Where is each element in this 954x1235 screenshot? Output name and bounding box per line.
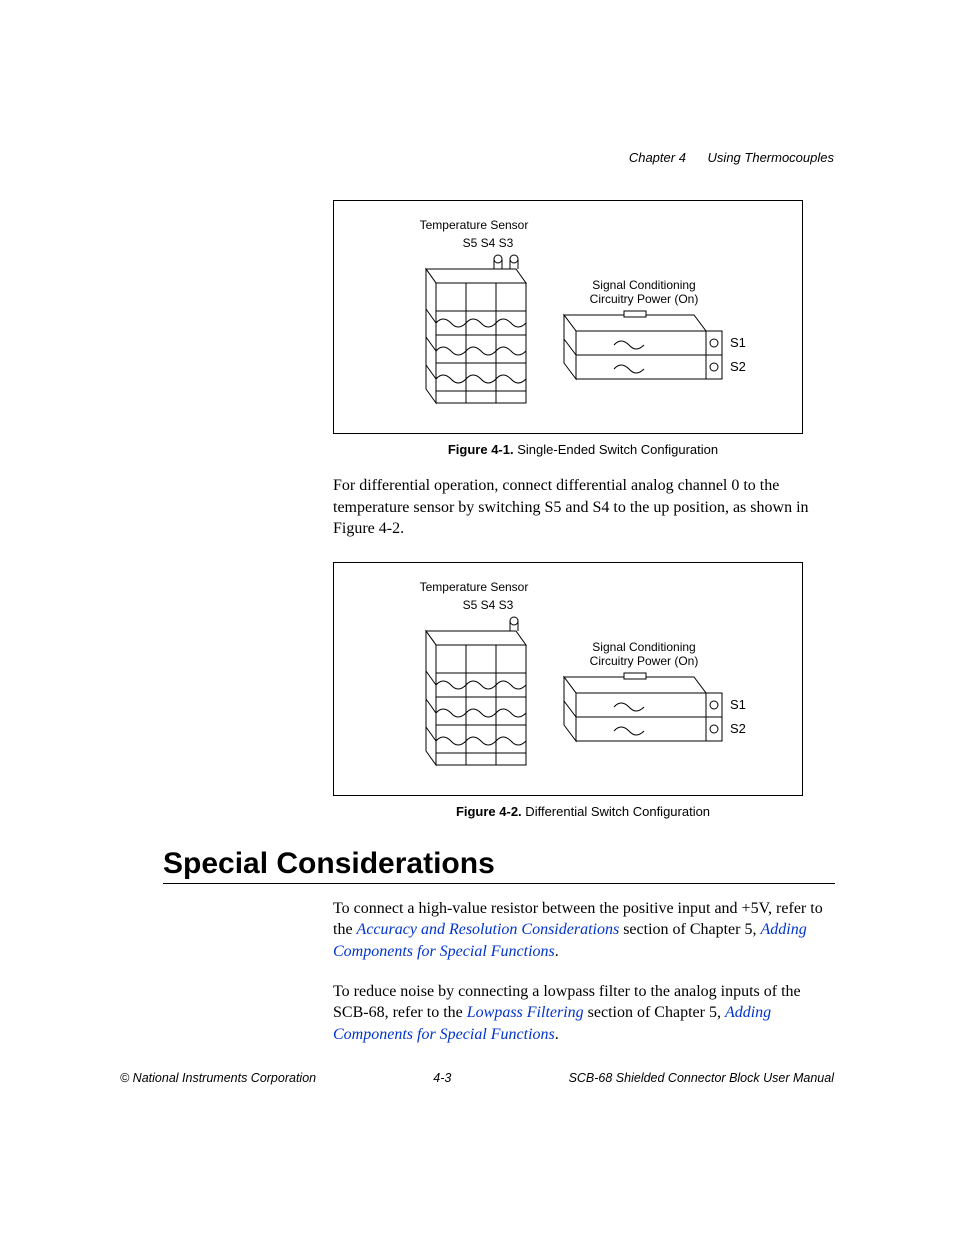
fig2-switch-labels: S5 S4 S3: [463, 598, 514, 612]
footer-page-number: 4-3: [433, 1071, 451, 1085]
section-rule: [163, 883, 835, 884]
p2-mid: section of Chapter 5,: [619, 921, 760, 938]
p3-post: .: [555, 1026, 559, 1043]
section-heading: Special Considerations: [163, 847, 834, 881]
fig1-temp-label: Temperature Sensor: [420, 218, 529, 232]
p3-mid: section of Chapter 5,: [584, 1004, 725, 1021]
running-header: Chapter 4 Using Thermocouples: [629, 150, 834, 165]
fig1-sigcond-line2: Circuitry Power (On): [590, 292, 699, 306]
link-accuracy-resolution[interactable]: Accuracy and Resolution Considerations: [357, 921, 620, 938]
fig2-s1-label: S1: [730, 697, 746, 712]
fig2-temp-label: Temperature Sensor: [420, 580, 529, 594]
paragraph-resistor: To connect a high-value resistor between…: [333, 898, 833, 963]
fig1-sigcond-line1: Signal Conditioning: [592, 278, 695, 292]
fig1-caption-text: Single-Ended Switch Configuration: [514, 442, 719, 457]
figure-4-1-box: Temperature Sensor S5 S4 S3: [333, 200, 803, 434]
figure-4-2-svg: Temperature Sensor S5 S4 S3: [344, 573, 792, 783]
figure-4-2-caption: Figure 4-2. Differential Switch Configur…: [333, 804, 833, 819]
fig2-sigcond-line2: Circuitry Power (On): [590, 654, 699, 668]
footer-manual-title: SCB-68 Shielded Connector Block User Man…: [569, 1071, 834, 1085]
fig2-caption-label: Figure 4-2.: [456, 804, 522, 819]
paragraph-diff-operation: For differential operation, connect diff…: [333, 475, 833, 540]
figure-4-1-svg: Temperature Sensor S5 S4 S3: [344, 211, 792, 421]
link-lowpass-filtering[interactable]: Lowpass Filtering: [467, 1004, 584, 1021]
figure-4-1-caption: Figure 4-1. Single-Ended Switch Configur…: [333, 442, 833, 457]
fig1-switch-labels: S5 S4 S3: [463, 236, 514, 250]
chapter-label: Chapter 4: [629, 150, 686, 165]
fig1-s1-label: S1: [730, 335, 746, 350]
fig2-sigcond-line1: Signal Conditioning: [592, 640, 695, 654]
footer-copyright: © National Instruments Corporation: [120, 1071, 316, 1085]
fig1-caption-label: Figure 4-1.: [448, 442, 514, 457]
page-footer: © National Instruments Corporation 4-3 S…: [120, 1071, 834, 1085]
fig1-s2-label: S2: [730, 359, 746, 374]
figure-4-2-box: Temperature Sensor S5 S4 S3: [333, 562, 803, 796]
chapter-title: Using Thermocouples: [708, 150, 834, 165]
section-block: Special Considerations: [163, 847, 834, 884]
fig2-s2-label: S2: [730, 721, 746, 736]
p2-post: .: [555, 943, 559, 960]
fig2-caption-text: Differential Switch Configuration: [522, 804, 710, 819]
paragraph-lowpass: To reduce noise by connecting a lowpass …: [333, 981, 833, 1046]
